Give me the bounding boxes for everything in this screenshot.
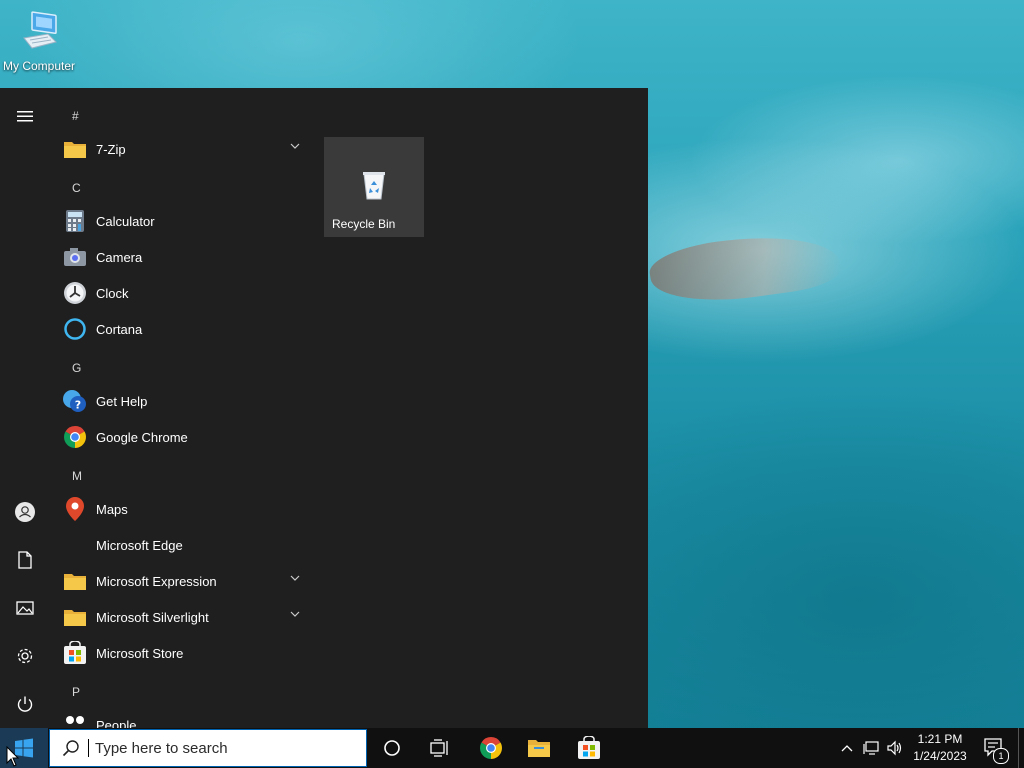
network-button[interactable] bbox=[860, 728, 882, 768]
app-item-people[interactable]: People bbox=[62, 707, 312, 728]
clock-button[interactable]: 1:21 PM 1/24/2023 bbox=[908, 728, 972, 768]
people-icon bbox=[62, 712, 88, 728]
app-item-label: Microsoft Edge bbox=[96, 537, 183, 553]
start-menu: # 7-Zip C Calculator Camera Clock Cortan… bbox=[0, 88, 648, 728]
chrome-icon bbox=[480, 737, 502, 759]
chevron-down-icon bbox=[290, 611, 300, 617]
documents-button[interactable] bbox=[0, 540, 50, 580]
task-view-icon bbox=[430, 739, 448, 757]
app-item-calculator[interactable]: Calculator bbox=[62, 203, 312, 239]
settings-button[interactable] bbox=[0, 636, 50, 676]
camera-icon bbox=[62, 244, 88, 270]
taskbar-search-box[interactable]: Type here to search bbox=[49, 729, 367, 767]
app-item-label: Clock bbox=[96, 285, 129, 301]
chevron-up-icon bbox=[841, 745, 853, 752]
pictures-button[interactable] bbox=[0, 588, 50, 628]
expand-menu-button[interactable] bbox=[0, 96, 50, 136]
hamburger-menu-icon bbox=[17, 111, 33, 122]
group-header-g[interactable]: G bbox=[72, 361, 81, 375]
svg-text:?: ? bbox=[75, 399, 81, 412]
group-header-hash[interactable]: # bbox=[72, 109, 79, 123]
app-item-label: Get Help bbox=[96, 393, 148, 409]
file-explorer-icon bbox=[528, 740, 550, 757]
app-item-get-help[interactable]: ? Get Help bbox=[62, 383, 312, 419]
taskbar: Type here to search 1:21 PM 1/24/2023 1 bbox=[0, 728, 1024, 768]
search-icon bbox=[62, 740, 79, 757]
power-button[interactable] bbox=[0, 684, 50, 724]
edge-icon-placeholder bbox=[62, 532, 88, 558]
folder-icon bbox=[62, 136, 88, 162]
pictures-icon bbox=[16, 601, 34, 615]
chevron-down-icon bbox=[290, 143, 300, 149]
maps-pin-icon bbox=[62, 496, 88, 522]
taskbar-chrome-button[interactable] bbox=[468, 728, 514, 768]
text-caret bbox=[88, 739, 89, 757]
app-item-label: Microsoft Store bbox=[96, 645, 184, 661]
network-icon bbox=[863, 741, 879, 755]
get-help-icon: ? bbox=[62, 388, 88, 414]
app-item-label: 7-Zip bbox=[96, 141, 126, 157]
group-header-m[interactable]: M bbox=[72, 469, 82, 483]
calculator-icon bbox=[62, 208, 88, 234]
app-item-label: Microsoft Expression bbox=[96, 573, 217, 589]
account-button[interactable] bbox=[0, 492, 50, 532]
app-item-7zip[interactable]: 7-Zip bbox=[62, 131, 312, 167]
group-header-p[interactable]: P bbox=[72, 685, 80, 699]
store-icon bbox=[578, 736, 600, 759]
app-item-microsoft-expression[interactable]: Microsoft Expression bbox=[62, 563, 312, 599]
tile-label: Recycle Bin bbox=[332, 217, 396, 231]
desktop-icon-my-computer[interactable]: My Computer bbox=[0, 8, 78, 73]
tile-recycle-bin[interactable]: Recycle Bin bbox=[324, 137, 424, 237]
chrome-icon bbox=[62, 424, 88, 450]
mouse-cursor-icon bbox=[6, 746, 20, 767]
app-item-camera[interactable]: Camera bbox=[62, 239, 312, 275]
app-item-maps[interactable]: Maps bbox=[62, 491, 312, 527]
folder-icon bbox=[62, 568, 88, 594]
action-center-button[interactable]: 1 bbox=[978, 728, 1012, 768]
app-list: # 7-Zip C Calculator Camera Clock Cortan… bbox=[50, 88, 312, 728]
clock-time: 1:21 PM bbox=[917, 732, 963, 746]
app-item-label: Microsoft Silverlight bbox=[96, 609, 209, 625]
app-item-label: Google Chrome bbox=[96, 429, 188, 445]
task-view-button[interactable] bbox=[418, 728, 462, 768]
app-item-label: Camera bbox=[96, 249, 143, 265]
cortana-icon bbox=[62, 316, 88, 342]
store-icon bbox=[62, 640, 88, 666]
computer-icon bbox=[23, 11, 57, 49]
app-item-label: People bbox=[96, 717, 137, 729]
notification-count-badge: 1 bbox=[993, 748, 1009, 764]
app-item-microsoft-store[interactable]: Microsoft Store bbox=[62, 635, 312, 671]
show-desktop-button[interactable] bbox=[1018, 728, 1024, 768]
app-item-microsoft-edge[interactable]: Microsoft Edge bbox=[62, 527, 312, 563]
recycle-bin-icon bbox=[363, 172, 385, 200]
app-item-label: Calculator bbox=[96, 213, 155, 229]
start-menu-rail bbox=[0, 88, 50, 728]
folder-icon bbox=[62, 604, 88, 630]
taskbar-file-explorer-button[interactable] bbox=[516, 728, 562, 768]
search-placeholder: Type here to search bbox=[95, 739, 228, 757]
desktop-icon-label: My Computer bbox=[2, 59, 76, 73]
group-header-c[interactable]: C bbox=[72, 181, 81, 195]
user-account-icon bbox=[15, 502, 35, 522]
clock-date: 1/24/2023 bbox=[913, 749, 967, 763]
taskbar-store-button[interactable] bbox=[566, 728, 612, 768]
clock-icon bbox=[62, 280, 88, 306]
app-item-google-chrome[interactable]: Google Chrome bbox=[62, 419, 312, 455]
show-hidden-icons-button[interactable] bbox=[836, 728, 858, 768]
speaker-icon bbox=[887, 740, 902, 756]
volume-button[interactable] bbox=[884, 728, 906, 768]
cortana-button[interactable] bbox=[370, 728, 414, 768]
app-item-label: Maps bbox=[96, 501, 128, 517]
chevron-down-icon bbox=[290, 575, 300, 581]
settings-gear-icon bbox=[17, 648, 33, 664]
app-item-label: Cortana bbox=[96, 321, 143, 337]
cortana-circle-icon bbox=[384, 740, 400, 756]
power-icon bbox=[17, 696, 33, 712]
app-item-microsoft-silverlight[interactable]: Microsoft Silverlight bbox=[62, 599, 312, 635]
documents-icon bbox=[18, 551, 32, 569]
app-item-clock[interactable]: Clock bbox=[62, 275, 312, 311]
app-item-cortana[interactable]: Cortana bbox=[62, 311, 312, 347]
